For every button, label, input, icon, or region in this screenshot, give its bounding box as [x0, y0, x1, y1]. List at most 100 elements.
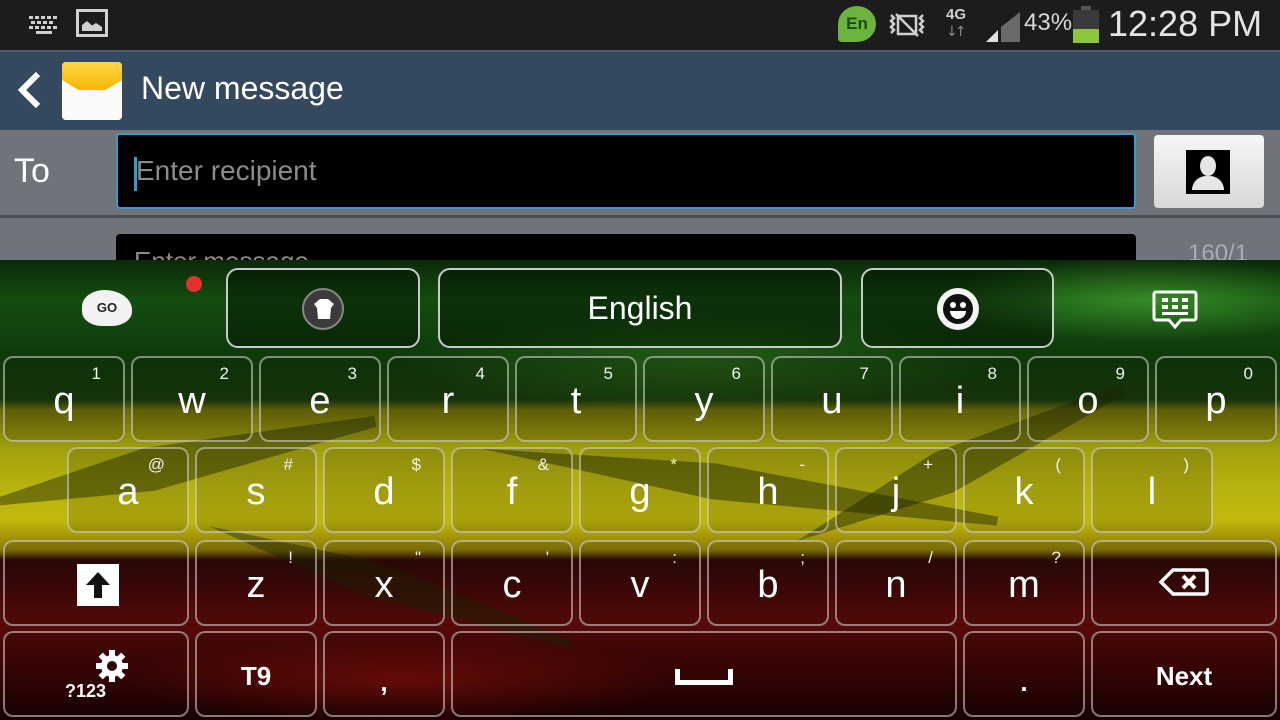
key-q[interactable]: 1q	[3, 356, 125, 442]
key-label: i	[955, 380, 965, 422]
recipient-row: To Enter recipient	[0, 130, 1280, 218]
key-g[interactable]: * g	[579, 447, 701, 533]
screen: En 4G ↓↑ 43% 12:28 PM New message To Ent…	[0, 0, 1280, 720]
key-label: w	[178, 380, 206, 422]
symbols-settings-key[interactable]: ?123	[3, 631, 189, 717]
key-label: l	[1147, 471, 1157, 513]
keyboard-icon	[29, 16, 57, 34]
key-label: s	[246, 471, 266, 513]
backspace-key[interactable]	[1091, 540, 1277, 626]
space-key[interactable]	[451, 631, 957, 717]
key-label: o	[1077, 380, 1099, 422]
key-label: m	[1008, 564, 1040, 606]
key-label: q	[53, 380, 75, 422]
key-i[interactable]: 8i	[899, 356, 1021, 442]
keyboard: GO English 1q2w3e4r5t6y7u8i9o0p @ a # s …	[0, 260, 1280, 720]
key-k[interactable]: (k	[963, 447, 1085, 533]
key-f[interactable]: & f	[451, 447, 573, 533]
space-bar-icon	[675, 669, 733, 685]
notification-dot	[186, 276, 202, 292]
next-label: Next	[1155, 661, 1213, 691]
go-keyboard-logo[interactable]: GO	[82, 290, 132, 326]
key-label: a	[117, 471, 139, 513]
key-label: x	[374, 564, 394, 606]
emoji-button[interactable]	[861, 268, 1054, 348]
shift-arrow-icon	[77, 564, 119, 606]
key-z[interactable]: ! z	[195, 540, 317, 626]
hide-keyboard-icon[interactable]	[1152, 290, 1198, 330]
battery-percent: 43%	[1024, 9, 1073, 36]
key-s[interactable]: # s	[195, 447, 317, 533]
theme-button[interactable]	[226, 268, 420, 348]
key-label: r	[441, 380, 455, 422]
key-h[interactable]: -h	[707, 447, 829, 533]
clock: 12:28 PM	[1108, 3, 1263, 44]
signal-icon	[986, 12, 1020, 42]
recipient-input[interactable]: Enter recipient	[116, 133, 1136, 209]
network-activity-icon: ↓↑	[946, 24, 967, 40]
envelope-icon	[62, 62, 122, 120]
back-chevron-icon[interactable]	[14, 70, 44, 110]
t9-key[interactable]: T9	[195, 631, 317, 717]
page-title: New message	[141, 70, 344, 106]
key-label: y	[694, 380, 714, 422]
add-contact-button[interactable]	[1154, 135, 1264, 208]
comma-label: ,	[380, 667, 388, 697]
key-label: p	[1205, 380, 1227, 422]
t9-label: T9	[240, 661, 272, 691]
key-j[interactable]: + j	[835, 447, 957, 533]
key-label: u	[821, 380, 843, 422]
key-d[interactable]: $ d	[323, 447, 445, 533]
next-key[interactable]: Next	[1091, 631, 1277, 717]
key-label: c	[502, 564, 522, 606]
status-bar: En 4G ↓↑ 43% 12:28 PM	[0, 0, 1280, 50]
key-c[interactable]: ' c	[451, 540, 573, 626]
key-label: h	[757, 471, 779, 513]
key-x[interactable]: " x	[323, 540, 445, 626]
key-label: n	[885, 564, 907, 606]
period-label: .	[1020, 667, 1028, 697]
language-button[interactable]: English	[438, 268, 842, 348]
key-w[interactable]: 2w	[131, 356, 253, 442]
battery-level	[1073, 28, 1099, 43]
shirt-icon	[314, 299, 334, 319]
key-t[interactable]: 5t	[515, 356, 637, 442]
title-bar: New message	[0, 50, 1280, 130]
key-v[interactable]: :v	[579, 540, 701, 626]
key-o[interactable]: 9o	[1027, 356, 1149, 442]
key-label: t	[570, 380, 582, 422]
key-m[interactable]: ? m	[963, 540, 1085, 626]
compose-area: To Enter recipient Enter message 160/1	[0, 130, 1280, 276]
input-method-icon: En	[838, 6, 876, 42]
image-icon	[76, 9, 108, 37]
key-label: v	[630, 564, 650, 606]
key-label: j	[891, 471, 901, 513]
key-a[interactable]: @ a	[67, 447, 189, 533]
key-label: b	[757, 564, 779, 606]
vibrate-mute-icon	[889, 13, 925, 37]
key-l[interactable]: ) l	[1091, 447, 1213, 533]
to-label: To	[14, 152, 50, 190]
key-n[interactable]: / n	[835, 540, 957, 626]
key-e[interactable]: 3e	[259, 356, 381, 442]
gear-icon	[96, 650, 128, 682]
key-label: k	[1014, 471, 1034, 513]
symbols-mode-label: ?123	[65, 681, 107, 701]
key-b[interactable]: ; b	[707, 540, 829, 626]
key-p[interactable]: 0p	[1155, 356, 1277, 442]
key-label: z	[246, 564, 266, 606]
smiley-icon	[937, 288, 979, 330]
battery-icon	[1073, 6, 1099, 43]
key-label: e	[309, 380, 331, 422]
recipient-placeholder: Enter recipient	[136, 155, 317, 186]
key-label: f	[506, 471, 518, 513]
key-y[interactable]: 6y	[643, 356, 765, 442]
shift-key[interactable]	[3, 540, 189, 626]
key-u[interactable]: 7u	[771, 356, 893, 442]
key-label: d	[373, 471, 395, 513]
comma-key[interactable]: ,	[323, 631, 445, 717]
key-r[interactable]: 4r	[387, 356, 509, 442]
period-key[interactable]: .	[963, 631, 1085, 717]
key-label: g	[629, 471, 651, 513]
contact-icon	[1186, 150, 1230, 194]
